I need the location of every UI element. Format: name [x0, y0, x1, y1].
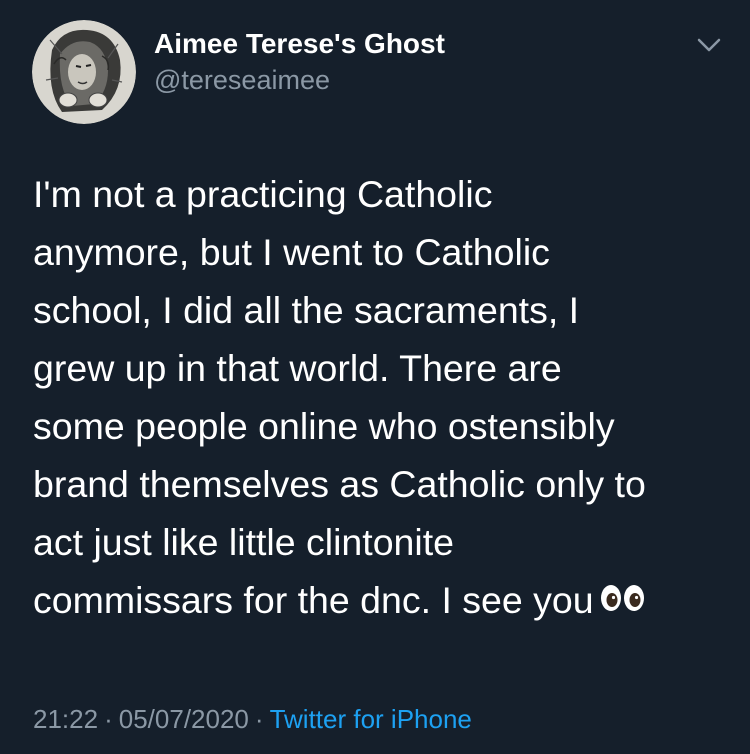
separator-dot: ·: [104, 704, 113, 734]
separator-dot: ·: [254, 704, 264, 734]
tweet-source-link[interactable]: Twitter for iPhone: [270, 704, 472, 734]
tweet-text-line-last: commissars for the dnc. I see you: [33, 571, 733, 629]
tweet-text-line: some people online who ostensibly: [33, 405, 615, 447]
tweet-time[interactable]: 21:22: [33, 704, 98, 734]
author-display-name[interactable]: Aimee Terese's Ghost: [154, 28, 445, 60]
tweet-text-line: brand themselves as Catholic only to: [33, 463, 646, 505]
chevron-down-icon[interactable]: [694, 30, 724, 60]
tweet-text-line: school, I did all the sacraments, I: [33, 289, 580, 331]
tweet-text-line: commissars for the dnc. I see you: [33, 579, 594, 621]
tweet-text-line: act just like little clintonite: [33, 521, 455, 563]
avatar[interactable]: [32, 20, 136, 124]
tweet-text-line: anymore, but I went to Catholic: [33, 231, 550, 273]
tweet-text-line: I'm not a practicing Catholic: [33, 173, 493, 215]
tweet-date[interactable]: 05/07/2020: [119, 704, 249, 734]
eyes-emoji: [600, 571, 646, 629]
tweet-text: I'm not a practicing Catholic anymore, b…: [33, 165, 733, 629]
author-handle[interactable]: @tereseaimee: [154, 65, 330, 96]
tweet-text-line: grew up in that world. There are: [33, 347, 562, 389]
tweet-card: Aimee Terese's Ghost @tereseaimee I'm no…: [0, 0, 750, 754]
tweet-meta: 21:22 · 05/07/2020 · Twitter for iPhone: [33, 704, 472, 735]
